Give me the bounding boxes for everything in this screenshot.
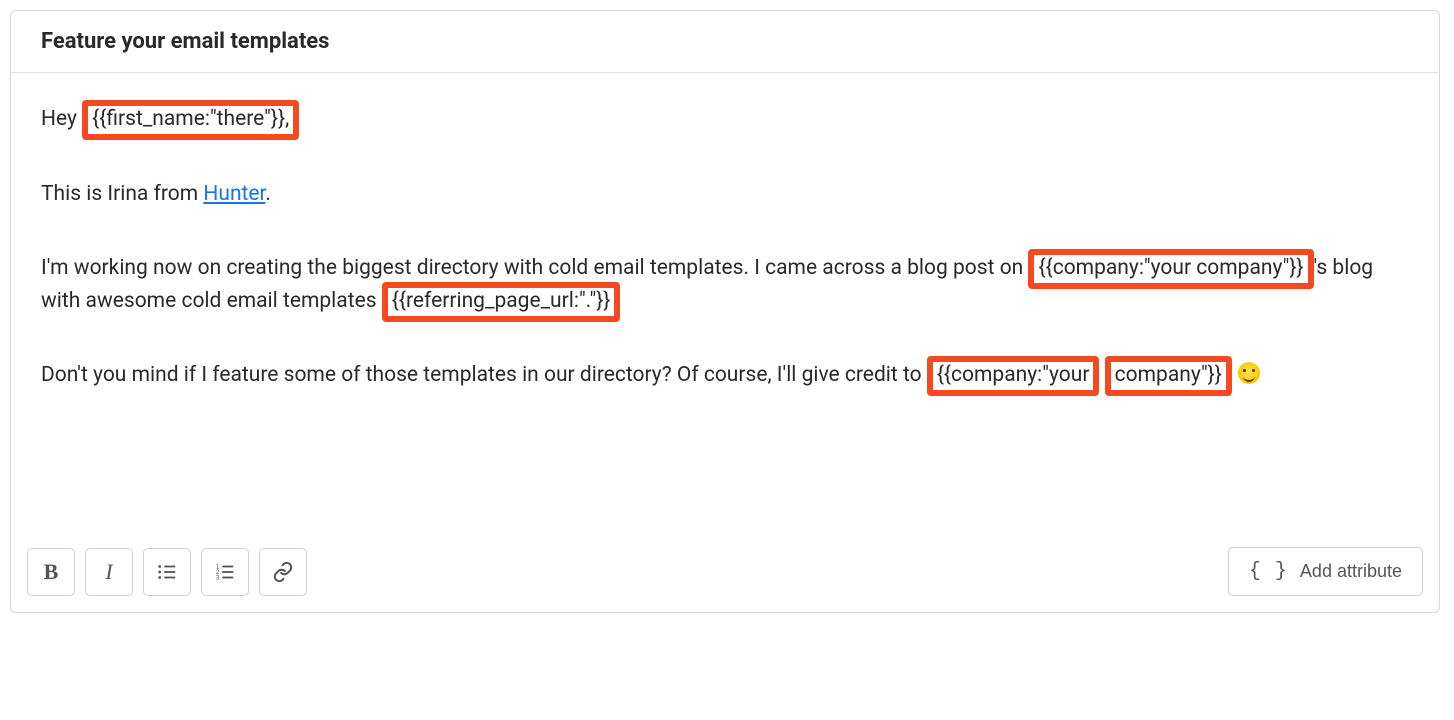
add-attribute-label: Add attribute [1300,561,1402,582]
formatting-toolbar: B I 1 2 [27,548,307,596]
bullet-list-icon [156,561,178,583]
link-hunter[interactable]: Hunter [203,182,265,206]
italic-icon: I [105,559,112,585]
italic-button[interactable]: I [85,548,133,596]
intro-suffix: . [265,182,271,206]
intro-prefix: This is Irina from [41,182,203,206]
editor-title: Feature your email templates [41,29,1409,54]
smile-emoji [1238,362,1260,384]
para3-a: Don't you mind if I feature some of thos… [41,363,927,387]
bullet-list-button[interactable] [143,548,191,596]
editor-body[interactable]: Hey {{first_name:"there"}}, This is Irin… [11,73,1439,533]
variable-referring-url: {{referring_page_url:"."}} [382,282,621,322]
paragraph-working: I'm working now on creating the biggest … [41,252,1409,317]
editor-footer: B I 1 2 [11,533,1439,612]
paragraph-ask: Don't you mind if I feature some of thos… [41,359,1409,392]
numbered-list-icon: 1 2 3 [214,561,236,583]
link-button[interactable] [259,548,307,596]
greeting-prefix: Hey [41,107,82,131]
bold-button[interactable]: B [27,548,75,596]
braces-icon: { } [1249,560,1288,583]
numbered-list-button[interactable]: 1 2 3 [201,548,249,596]
variable-company-1: {{company:"your company"}} [1028,249,1313,289]
svg-text:3: 3 [216,574,220,581]
bold-icon: B [44,559,59,585]
para2-a: I'm working now on creating the biggest … [41,256,1028,280]
paragraph-greeting: Hey {{first_name:"there"}}, [41,103,1409,136]
add-attribute-button[interactable]: { } Add attribute [1228,547,1423,596]
variable-company-2a: {{company:"your [927,356,1100,396]
variable-first-name: {{first_name:"there"}}, [82,100,299,140]
variable-company-2b: company"}} [1105,356,1232,396]
link-icon [272,561,294,583]
email-template-editor: Feature your email templates Hey {{first… [10,10,1440,613]
paragraph-intro: This is Irina from Hunter. [41,178,1409,211]
editor-header: Feature your email templates [11,11,1439,73]
